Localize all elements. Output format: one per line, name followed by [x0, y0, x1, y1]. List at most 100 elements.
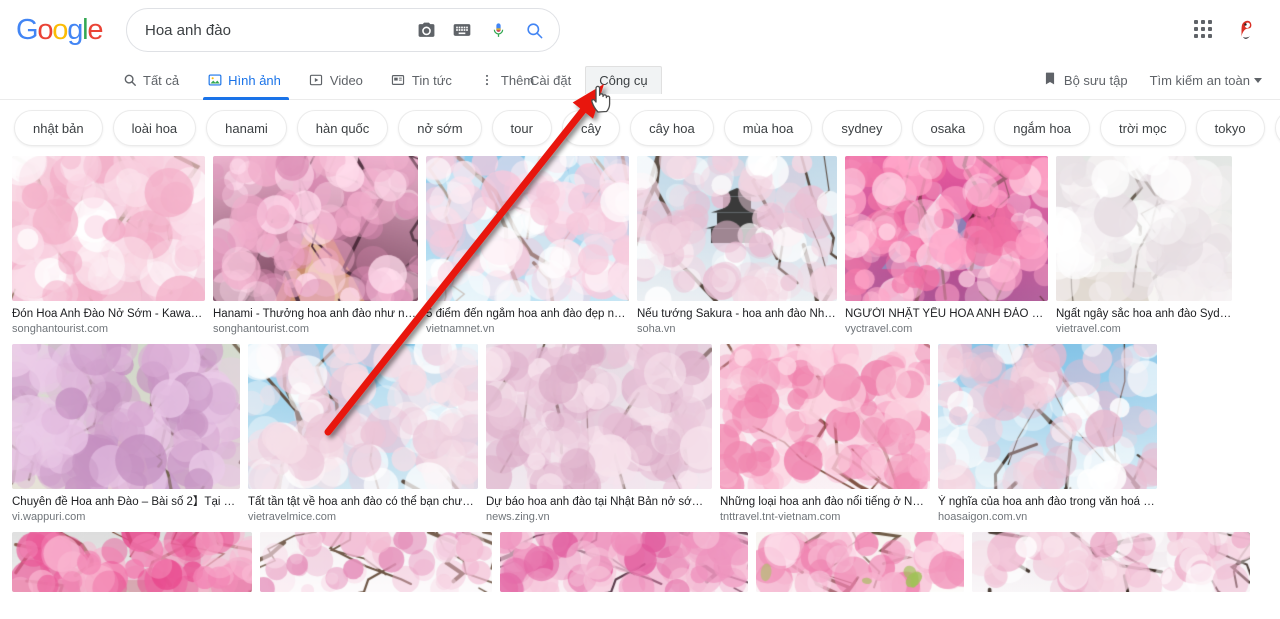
image-result-tile[interactable]: Ngất ngây sắc hoa anh đào Sydney vietrave…	[1056, 156, 1232, 336]
result-title[interactable]: Những loại hoa anh đào nổi tiếng ở Nhật …	[720, 495, 930, 509]
result-title[interactable]: Tất tần tật về hoa anh đào có thể bạn ch…	[248, 495, 478, 509]
filter-chip[interactable]: ngắm hoa	[994, 110, 1090, 146]
user-avatar[interactable]	[1232, 15, 1262, 45]
filter-chip[interactable]: cây	[562, 110, 620, 146]
result-title[interactable]: NGƯỜI NHẬT YÊU HOA ANH ĐÀO ĐẾN THẾ …	[845, 307, 1048, 321]
filter-chip[interactable]: nở sớm	[398, 110, 481, 146]
tab-video[interactable]: Video	[295, 60, 377, 100]
result-source-site[interactable]: news.zing.vn	[486, 511, 712, 524]
filter-chip[interactable]: hanami	[206, 110, 287, 146]
apps-grid-icon[interactable]	[1194, 20, 1214, 40]
tab-all-label: Tất cả	[143, 73, 179, 88]
image-result-tile[interactable]: Những loại hoa anh đào nổi tiếng ở Nhật …	[720, 344, 930, 524]
image-result-tile[interactable]	[756, 532, 964, 592]
image-result-tile[interactable]: Nếu tướng Sakura - hoa anh đào Nhật B… so…	[637, 156, 837, 336]
search-tabs: Tất cả Hình ảnh Video	[122, 60, 548, 100]
result-title[interactable]: Đón Hoa Anh Đào Nở Sớm - Kawazuzak…	[12, 307, 205, 321]
filter-chip[interactable]: osaka	[912, 110, 985, 146]
bookmark-icon	[1043, 71, 1057, 89]
result-thumbnail[interactable]	[12, 532, 252, 592]
tab-news[interactable]: Tin tức	[377, 60, 466, 100]
news-icon	[391, 73, 406, 88]
google-logo[interactable]: Google	[16, 15, 108, 45]
microphone-icon[interactable]	[487, 19, 509, 41]
search-input[interactable]	[145, 22, 407, 39]
image-result-tile[interactable]	[260, 532, 492, 592]
safesearch-label: Tìm kiếm an toàn	[1150, 73, 1250, 88]
result-source-site[interactable]: songhantourist.com	[12, 323, 205, 336]
search-box[interactable]	[126, 8, 560, 52]
result-source-site[interactable]: soha.vn	[637, 323, 837, 336]
image-result-tile[interactable]: 5 điểm đến ngắm hoa anh đào đẹp nhất viet…	[426, 156, 629, 336]
chevron-down-icon	[1254, 78, 1262, 83]
collections-label: Bộ sưu tập	[1064, 73, 1128, 88]
image-result-tile[interactable]: Chuyên đề Hoa anh Đào – Bài số 2】Tại sao…	[12, 344, 240, 524]
result-source-site[interactable]: vyctravel.com	[845, 323, 1048, 336]
result-title[interactable]: 5 điểm đến ngắm hoa anh đào đẹp nhất	[426, 307, 629, 321]
filter-chip[interactable]: nở rộ	[1275, 110, 1280, 146]
more-vertical-icon	[480, 73, 495, 88]
filter-chip[interactable]: tour	[492, 110, 552, 146]
image-result-tile[interactable]: Hanami - Thưởng hoa anh đào như ngườ… son…	[213, 156, 418, 336]
result-thumbnail[interactable]	[12, 156, 205, 301]
result-thumbnail[interactable]	[972, 532, 1250, 592]
result-source-site[interactable]: songhantourist.com	[213, 323, 418, 336]
filter-chip[interactable]: cây hoa	[630, 110, 714, 146]
result-thumbnail[interactable]	[938, 344, 1157, 489]
tab-all[interactable]: Tất cả	[122, 60, 193, 100]
filter-chip[interactable]: mùa hoa	[724, 110, 813, 146]
image-result-tile[interactable]	[12, 532, 252, 592]
image-results-row: Đón Hoa Anh Đào Nở Sớm - Kawazuzak… songh…	[10, 156, 1270, 336]
result-thumbnail[interactable]	[756, 532, 964, 592]
result-source-site[interactable]: vi.wappuri.com	[12, 511, 240, 524]
result-title[interactable]: Nếu tướng Sakura - hoa anh đào Nhật B…	[637, 307, 837, 321]
tools-button[interactable]: Công cụ	[585, 66, 661, 94]
result-source-site[interactable]: tnttravel.tnt-vietnam.com	[720, 511, 930, 524]
result-thumbnail[interactable]	[1056, 156, 1232, 301]
result-title[interactable]: Dự báo hoa anh đào tại Nhật Bản nở sớm h…	[486, 495, 712, 509]
filter-chip[interactable]: sydney	[822, 110, 901, 146]
tab-images[interactable]: Hình ảnh	[193, 60, 295, 100]
filter-chip[interactable]: tokyo	[1196, 110, 1265, 146]
camera-icon[interactable]	[415, 19, 437, 41]
result-thumbnail[interactable]	[720, 344, 930, 489]
result-title[interactable]: Hanami - Thưởng hoa anh đào như ngườ…	[213, 307, 418, 321]
filter-chip[interactable]: hàn quốc	[297, 110, 389, 146]
collections-button[interactable]: Bộ sưu tập	[1043, 71, 1128, 89]
result-thumbnail[interactable]	[213, 156, 418, 301]
image-result-tile[interactable]	[972, 532, 1250, 592]
image-result-tile[interactable]	[500, 532, 748, 592]
image-results-row: Chuyên đề Hoa anh Đào – Bài số 2】Tại sao…	[10, 344, 1270, 524]
result-thumbnail[interactable]	[12, 344, 240, 489]
tab-images-label: Hình ảnh	[228, 73, 281, 88]
header-right-controls	[1194, 0, 1262, 60]
result-thumbnail[interactable]	[260, 532, 492, 592]
safesearch-dropdown[interactable]: Tìm kiếm an toàn	[1150, 73, 1262, 88]
search-icon	[122, 73, 137, 88]
filter-chip[interactable]: nhật bản	[14, 110, 103, 146]
settings-button[interactable]: Cài đặt	[520, 67, 581, 94]
filter-chip[interactable]: trời mọc	[1100, 110, 1186, 146]
video-icon	[309, 73, 324, 88]
result-source-site[interactable]: hoasaigon.com.vn	[938, 511, 1157, 524]
result-thumbnail[interactable]	[845, 156, 1048, 301]
image-result-tile[interactable]: Ý nghĩa của hoa anh đào trong văn hoá Nh…	[938, 344, 1157, 524]
filter-chip[interactable]: loài hoa	[113, 110, 197, 146]
result-source-site[interactable]: vietravel.com	[1056, 323, 1232, 336]
result-title[interactable]: Ngất ngây sắc hoa anh đào Sydney	[1056, 307, 1232, 321]
result-thumbnail[interactable]	[500, 532, 748, 592]
image-result-tile[interactable]: NGƯỜI NHẬT YÊU HOA ANH ĐÀO ĐẾN THẾ … vyct…	[845, 156, 1048, 336]
result-title[interactable]: Ý nghĩa của hoa anh đào trong văn hoá Nh…	[938, 495, 1157, 509]
result-thumbnail[interactable]	[248, 344, 478, 489]
image-result-tile[interactable]: Tất tần tật về hoa anh đào có thể bạn ch…	[248, 344, 478, 524]
image-result-tile[interactable]: Đón Hoa Anh Đào Nở Sớm - Kawazuzak… songh…	[12, 156, 205, 336]
result-thumbnail[interactable]	[486, 344, 712, 489]
result-title[interactable]: Chuyên đề Hoa anh Đào – Bài số 2】Tại sao…	[12, 495, 240, 509]
search-submit-icon[interactable]	[523, 19, 545, 41]
image-result-tile[interactable]: Dự báo hoa anh đào tại Nhật Bản nở sớm h…	[486, 344, 712, 524]
result-thumbnail[interactable]	[637, 156, 837, 301]
result-source-site[interactable]: vietnamnet.vn	[426, 323, 629, 336]
keyboard-icon[interactable]	[451, 19, 473, 41]
result-source-site[interactable]: vietravelmice.com	[248, 511, 478, 524]
result-thumbnail[interactable]	[426, 156, 629, 301]
